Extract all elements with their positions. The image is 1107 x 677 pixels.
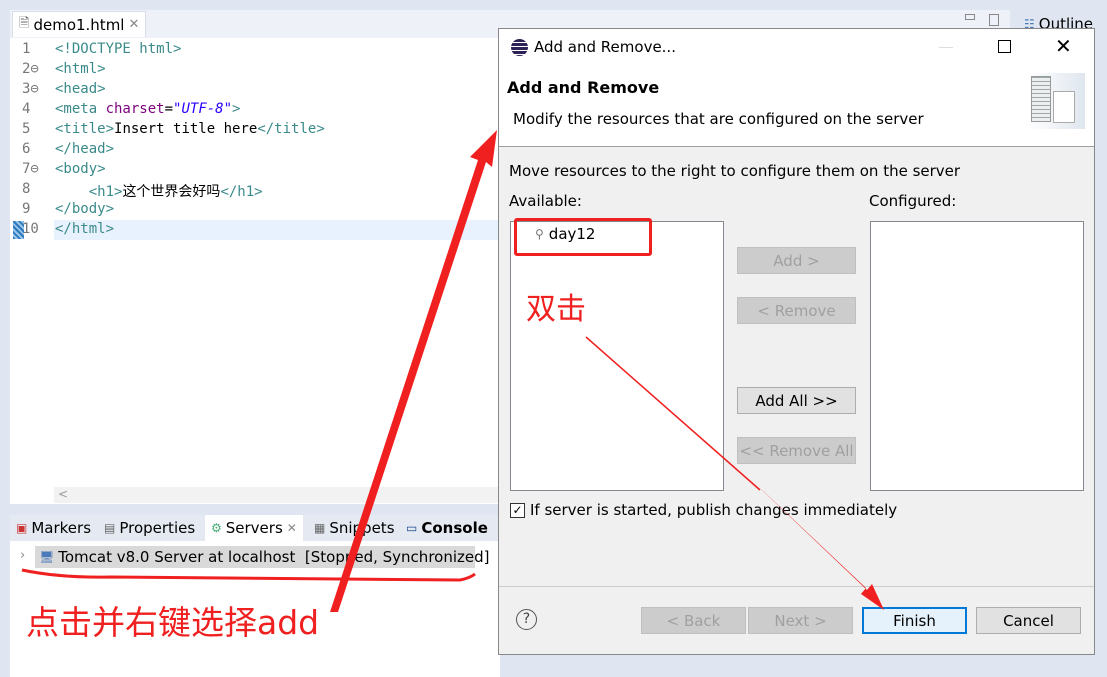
annotation-underline [21,568,476,582]
annotation-arrow-up [330,130,497,612]
annotation-arrow-finish [760,488,884,610]
annotation-arrow-line [585,336,761,491]
annotation-arrows [21,130,884,612]
